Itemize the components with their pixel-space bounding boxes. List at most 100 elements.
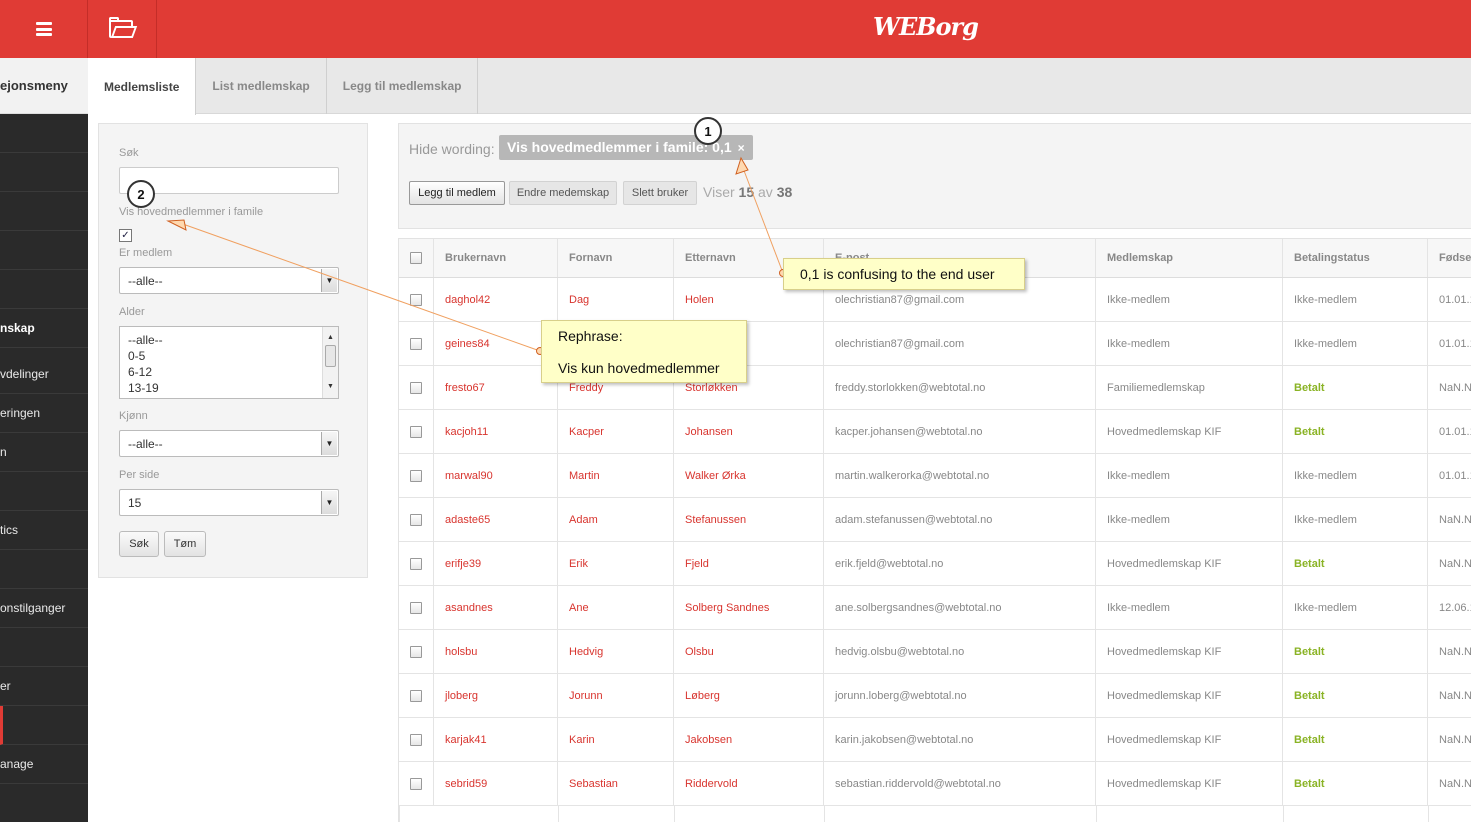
row-checkbox[interactable] bbox=[410, 425, 422, 438]
col-birth-date[interactable]: Fødse bbox=[1428, 239, 1471, 277]
cell-username[interactable]: holsbu bbox=[434, 630, 558, 673]
row-checkbox[interactable] bbox=[410, 645, 422, 658]
sidebar-item[interactable] bbox=[0, 153, 88, 192]
table-row[interactable]: sebrid59 Sebastian Riddervold sebastian.rid… bbox=[399, 762, 1471, 806]
cell-username[interactable]: geines84 bbox=[434, 322, 558, 365]
main-members-checkbox[interactable]: ✓ bbox=[119, 229, 132, 242]
cell-last-name[interactable]: Jakobsen bbox=[674, 718, 824, 761]
cell-first-name[interactable]: Karin bbox=[558, 718, 674, 761]
cell-last-name[interactable]: Stefanussen bbox=[674, 498, 824, 541]
col-membership[interactable]: Medlemskap bbox=[1096, 239, 1283, 277]
sidebar-item[interactable]: eringen bbox=[0, 394, 88, 433]
cell-last-name[interactable]: Olsbu bbox=[674, 630, 824, 673]
cell-first-name[interactable]: Ane bbox=[558, 586, 674, 629]
sidebar-item[interactable] bbox=[0, 628, 88, 667]
col-username[interactable]: Brukernavn bbox=[434, 239, 558, 277]
sidebar-item[interactable] bbox=[0, 270, 88, 309]
table-row[interactable]: kacjoh11 Kacper Johansen kacper.johansen@we… bbox=[399, 410, 1471, 454]
close-icon[interactable]: × bbox=[738, 141, 745, 155]
cell-last-name[interactable]: Solberg Sandnes bbox=[674, 586, 824, 629]
age-option[interactable]: 20-25 bbox=[128, 396, 330, 398]
row-checkbox[interactable] bbox=[410, 469, 422, 482]
clear-button[interactable]: Tøm bbox=[164, 531, 206, 557]
cell-first-name[interactable]: Erik bbox=[558, 542, 674, 585]
sidebar-item[interactable]: anage bbox=[0, 745, 88, 784]
table-row[interactable]: marwal90 Martin Walker Ørka martin.walkeror… bbox=[399, 454, 1471, 498]
sidebar-item[interactable] bbox=[0, 550, 88, 589]
cell-username[interactable]: fresto67 bbox=[434, 366, 558, 409]
table-row[interactable]: asandnes Ane Solberg Sandnes ane.solbergsan… bbox=[399, 586, 1471, 630]
search-button[interactable]: Søk bbox=[119, 531, 159, 557]
sidebar-item[interactable] bbox=[0, 114, 88, 153]
cell-username[interactable]: erifje39 bbox=[434, 542, 558, 585]
sidebar-item[interactable] bbox=[0, 231, 88, 270]
delete-user-button[interactable]: Slett bruker bbox=[623, 181, 697, 205]
row-checkbox[interactable] bbox=[410, 557, 422, 570]
sidebar-item[interactable]: onstilganger bbox=[0, 589, 88, 628]
row-checkbox[interactable] bbox=[410, 381, 422, 394]
cell-first-name[interactable]: Sebastian bbox=[558, 762, 674, 805]
cell-first-name[interactable]: Kacper bbox=[558, 410, 674, 453]
cell-last-name[interactable]: Johansen bbox=[674, 410, 824, 453]
cell-last-name[interactable]: Løberg bbox=[674, 674, 824, 717]
cell-username[interactable]: daghol42 bbox=[434, 278, 558, 321]
cell-last-name[interactable]: Riddervold bbox=[674, 762, 824, 805]
cell-first-name[interactable]: Hedvig bbox=[558, 630, 674, 673]
cell-username[interactable]: asandnes bbox=[434, 586, 558, 629]
row-checkbox[interactable] bbox=[410, 733, 422, 746]
tab-legg-til-medlemskap[interactable]: Legg til medlemskap bbox=[327, 58, 479, 114]
table-row[interactable]: holsbu Hedvig Olsbu hedvig.olsbu@webtotal.n… bbox=[399, 630, 1471, 674]
sidebar-item[interactable]: er bbox=[0, 667, 88, 706]
sidebar-item[interactable] bbox=[0, 706, 88, 745]
cell-last-name[interactable]: Walker Ørka bbox=[674, 454, 824, 497]
add-member-button[interactable]: Legg til medlem bbox=[409, 181, 505, 205]
cell-username[interactable]: jloberg bbox=[434, 674, 558, 717]
cell-username[interactable]: marwal90 bbox=[434, 454, 558, 497]
tab-medlemsliste[interactable]: Medlemsliste bbox=[88, 58, 197, 115]
cell-username[interactable]: kacjoh11 bbox=[434, 410, 558, 453]
per-page-select[interactable]: 15 ▼ bbox=[119, 489, 339, 516]
age-option[interactable]: 13-19 bbox=[128, 380, 330, 396]
age-option[interactable]: --alle-- bbox=[128, 332, 330, 348]
sidebar-item[interactable] bbox=[0, 472, 88, 511]
app-logo[interactable]: WEBorg bbox=[873, 12, 979, 41]
age-listbox[interactable]: --alle--0-56-1213-1920-25 ▲ ▼ bbox=[119, 326, 339, 399]
row-checkbox[interactable] bbox=[410, 777, 422, 790]
sidebar-item[interactable]: n bbox=[0, 433, 88, 472]
tab-list-medlemskap[interactable]: List medlemskap bbox=[196, 58, 327, 114]
sidebar-item[interactable]: tics bbox=[0, 511, 88, 550]
age-option[interactable]: 6-12 bbox=[128, 364, 330, 380]
cell-username[interactable]: sebrid59 bbox=[434, 762, 558, 805]
sidebar-item[interactable] bbox=[0, 192, 88, 231]
select-all-checkbox[interactable] bbox=[410, 252, 422, 264]
row-checkbox[interactable] bbox=[410, 689, 422, 702]
menu-button[interactable] bbox=[0, 0, 88, 58]
is-member-select[interactable]: --alle-- ▼ bbox=[119, 267, 339, 294]
cell-first-name[interactable]: Dag bbox=[558, 278, 674, 321]
edit-membership-button[interactable]: Endre medemskap bbox=[509, 181, 617, 205]
age-option[interactable]: 0-5 bbox=[128, 348, 330, 364]
row-checkbox[interactable] bbox=[410, 513, 422, 526]
table-row[interactable]: karjak41 Karin Jakobsen karin.jakobsen@webt… bbox=[399, 718, 1471, 762]
scroll-thumb[interactable] bbox=[325, 345, 336, 367]
sidebar-item[interactable]: nskap bbox=[0, 309, 88, 348]
cell-first-name[interactable]: Martin bbox=[558, 454, 674, 497]
cell-first-name[interactable]: Adam bbox=[558, 498, 674, 541]
col-payment-status[interactable]: Betalingstatus bbox=[1283, 239, 1428, 277]
folder-button[interactable] bbox=[88, 0, 157, 58]
col-first-name[interactable]: Fornavn bbox=[558, 239, 674, 277]
gender-select[interactable]: --alle-- ▼ bbox=[119, 430, 339, 457]
cell-username[interactable]: adaste65 bbox=[434, 498, 558, 541]
cell-first-name[interactable]: Jorunn bbox=[558, 674, 674, 717]
scroll-down-icon[interactable]: ▼ bbox=[327, 379, 334, 395]
sidebar-item[interactable]: vdelinger bbox=[0, 355, 88, 394]
cell-last-name[interactable]: Fjeld bbox=[674, 542, 824, 585]
table-row[interactable]: jloberg Jorunn Løberg jorunn.loberg@webtota… bbox=[399, 674, 1471, 718]
table-row[interactable]: adaste65 Adam Stefanussen adam.stefanussen@… bbox=[399, 498, 1471, 542]
row-checkbox[interactable] bbox=[410, 601, 422, 614]
scroll-up-icon[interactable]: ▲ bbox=[327, 330, 334, 346]
age-scrollbar[interactable]: ▲ ▼ bbox=[322, 327, 338, 398]
table-row[interactable]: erifje39 Erik Fjeld erik.fjeld@webtotal.no H… bbox=[399, 542, 1471, 586]
row-checkbox[interactable] bbox=[410, 337, 422, 350]
row-checkbox[interactable] bbox=[410, 293, 422, 306]
